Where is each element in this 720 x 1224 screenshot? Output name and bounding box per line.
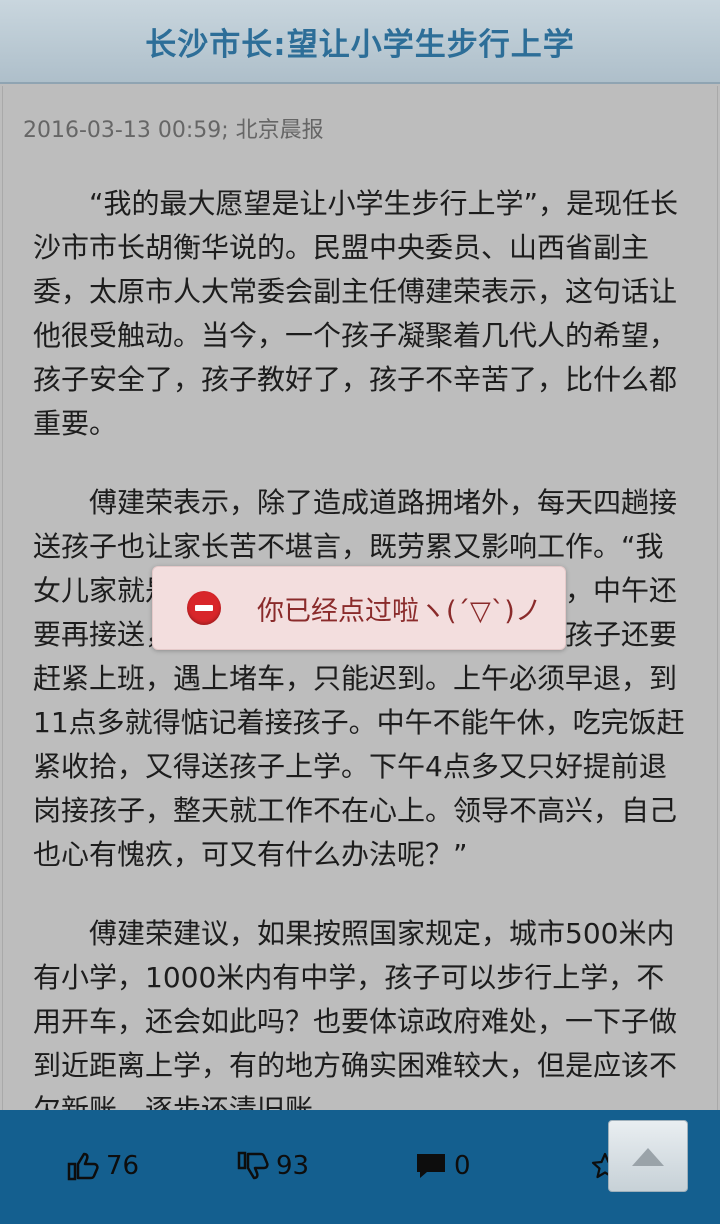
header-bar: 长沙市长:望让小学生步行上学	[0, 0, 720, 84]
article-paragraph: “我的最大愿望是让小学生步行上学”，是现任长沙市市长胡衡华说的。民盟中央委员、山…	[33, 187, 679, 440]
like-button[interactable]: 76	[66, 1144, 139, 1188]
article-paragraph: 傅建荣表示，除了造成道路拥堵外，每天四趟接送孩子也让家长苦不堪言，既劳累又影响工…	[33, 486, 685, 871]
toast-notification: 你已经点过啦ヽ(ˊ▽ˋ)ノ	[152, 566, 566, 650]
comment-count: 0	[454, 1151, 471, 1181]
dislike-button[interactable]: 93	[236, 1144, 309, 1188]
thumbs-down-icon	[237, 1151, 269, 1180]
comment-button[interactable]: 0	[414, 1144, 471, 1188]
toast-message: 你已经点过啦ヽ(ˊ▽ˋ)ノ	[257, 595, 542, 627]
article-paragraph: 傅建荣建议，如果按照国家规定，城市500米内有小学，1000米内有中学，孩子可以…	[33, 917, 678, 1110]
no-entry-icon	[187, 591, 221, 625]
scroll-to-top-button[interactable]	[608, 1120, 688, 1192]
dislike-count: 93	[276, 1151, 310, 1181]
scroll-to-top-icon	[632, 1148, 664, 1166]
like-count: 76	[106, 1151, 140, 1181]
comment-icon	[417, 1154, 445, 1178]
page-title: 长沙市长:望让小学生步行上学	[145, 26, 575, 63]
article-meta: 2016-03-13 00:59; 北京晨报	[23, 118, 324, 143]
thumbs-up-icon	[67, 1152, 99, 1181]
